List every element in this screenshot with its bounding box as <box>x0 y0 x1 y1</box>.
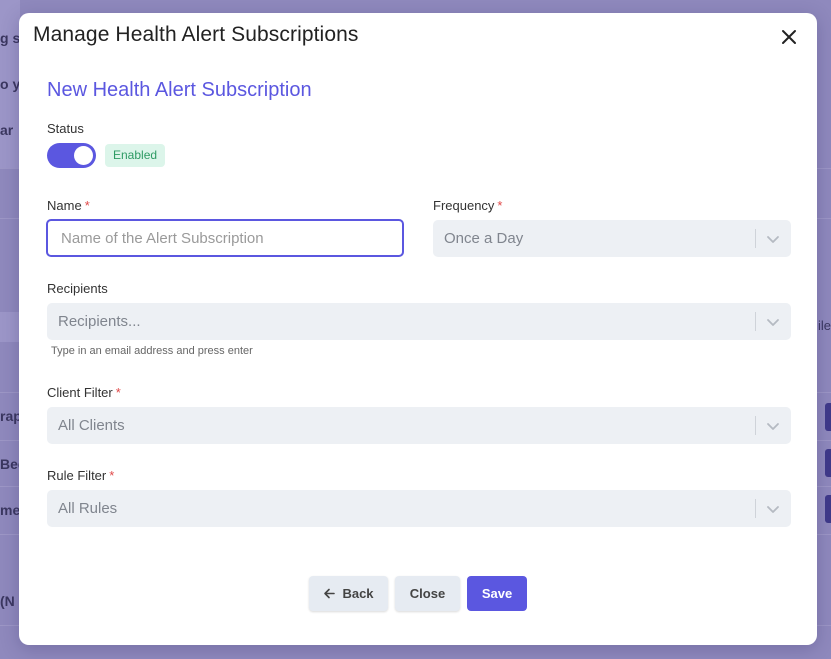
backdrop-button <box>825 495 831 523</box>
required-mark: * <box>109 468 115 483</box>
backdrop-text: (N <box>0 593 15 609</box>
toggle-knob <box>74 146 93 165</box>
backdrop-button <box>825 403 831 431</box>
select-separator <box>755 312 756 331</box>
recipients-placeholder: Recipients... <box>58 313 141 330</box>
select-separator <box>755 416 756 435</box>
chevron-down-icon <box>766 232 780 246</box>
section-title: New Health Alert Subscription <box>47 79 312 101</box>
name-input[interactable] <box>46 219 404 257</box>
close-button[interactable]: Close <box>395 576 460 611</box>
select-separator <box>755 229 756 248</box>
rule-filter-label: Rule Filter * <box>47 468 114 483</box>
recipients-select[interactable]: Recipients... <box>47 303 791 340</box>
required-mark: * <box>84 198 90 213</box>
save-button-label: Save <box>481 586 513 601</box>
name-label-text: Name <box>47 198 82 213</box>
back-button[interactable]: Back <box>309 576 388 611</box>
status-badge: Enabled <box>105 144 166 167</box>
frequency-value: Once a Day <box>444 230 524 247</box>
status-toggle[interactable] <box>47 143 96 168</box>
name-label: Name * <box>47 198 90 213</box>
frequency-label: Frequency * <box>433 198 502 213</box>
health-alert-modal: Manage Health Alert Subscriptions New He… <box>19 13 817 645</box>
close-button-label: Close <box>409 586 446 601</box>
modal-title: Manage Health Alert Subscriptions <box>33 23 359 46</box>
chevron-down-icon <box>766 315 780 329</box>
status-label: Status <box>47 121 84 136</box>
chevron-down-icon <box>766 419 780 433</box>
save-button[interactable]: Save <box>467 576 527 611</box>
backdrop-panel <box>0 312 20 342</box>
arrow-left-icon <box>324 588 336 599</box>
chevron-down-icon <box>766 502 780 516</box>
required-mark: * <box>115 385 121 400</box>
select-separator <box>755 499 756 518</box>
backdrop-text: ar <box>0 122 14 138</box>
rule-filter-select[interactable]: All Rules <box>47 490 791 527</box>
rule-filter-label-text: Rule Filter <box>47 468 107 483</box>
frequency-label-text: Frequency <box>433 198 495 213</box>
close-icon[interactable] <box>779 27 799 47</box>
backdrop-text: me <box>0 502 21 518</box>
rule-filter-value: All Rules <box>58 500 118 517</box>
backdrop-text: g s <box>0 30 21 46</box>
backdrop-text: ile <box>817 318 831 333</box>
recipients-label: Recipients <box>47 281 108 296</box>
frequency-select[interactable]: Once a Day <box>433 220 791 257</box>
client-filter-label: Client Filter * <box>47 385 121 400</box>
client-filter-label-text: Client Filter <box>47 385 113 400</box>
required-mark: * <box>497 198 503 213</box>
recipients-hint: Type in an email address and press enter <box>51 345 253 357</box>
client-filter-value: All Clients <box>58 417 125 434</box>
back-button-label: Back <box>342 586 374 601</box>
client-filter-select[interactable]: All Clients <box>47 407 791 444</box>
backdrop-button <box>825 449 831 477</box>
